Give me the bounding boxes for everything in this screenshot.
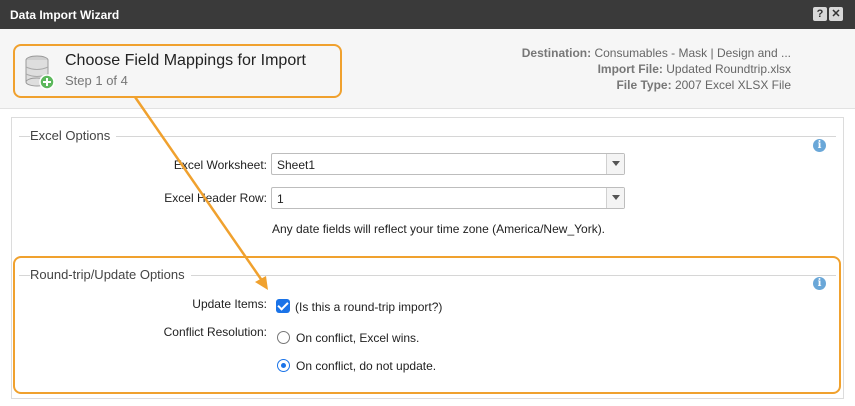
annotation-arrow — [133, 96, 268, 290]
